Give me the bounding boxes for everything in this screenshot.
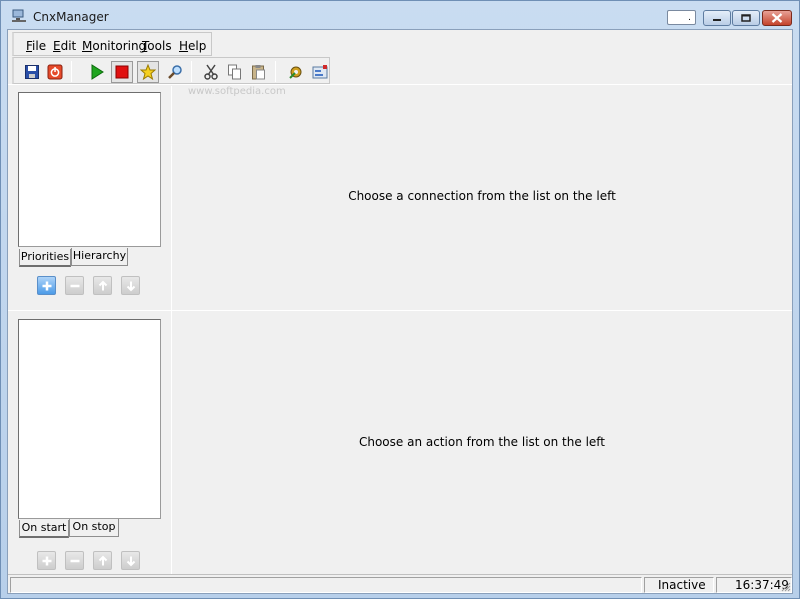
arrow-down-icon [126, 281, 135, 291]
toolbar-separator [191, 61, 192, 82]
move-connection-up-button[interactable] [93, 276, 112, 295]
save-button[interactable] [21, 61, 43, 83]
remove-connection-button[interactable] [65, 276, 84, 295]
arrow-up-icon [98, 280, 107, 290]
cut-button[interactable] [200, 61, 222, 83]
pane-splitter-vertical[interactable] [171, 86, 172, 574]
watermark: www.softpedia.com [188, 86, 286, 97]
pane-splitter-horizontal[interactable] [8, 310, 792, 311]
close-button[interactable] [762, 10, 792, 26]
resize-grip-icon[interactable] [779, 580, 791, 592]
close-icon [771, 13, 783, 23]
title-bar[interactable]: CnxManager . [1, 1, 799, 31]
client-area: File Edit Monitoring Tools Help www.soft… [7, 29, 793, 594]
toolbar [12, 57, 330, 84]
start-monitoring-button[interactable] [86, 61, 108, 83]
window-title: CnxManager [33, 10, 109, 24]
search-button[interactable] [164, 61, 186, 83]
add-connection-button[interactable] [37, 276, 56, 295]
plus-icon [42, 281, 51, 290]
menu-monitoring[interactable]: Monitoring [82, 39, 146, 53]
status-panel-main [10, 577, 642, 593]
connections-list[interactable] [18, 92, 161, 247]
start-icon [91, 64, 104, 80]
title-caption-box[interactable]: . [667, 10, 696, 25]
properties-icon [312, 65, 328, 79]
actions-pane-message: Choose an action from the list on the le… [358, 435, 606, 449]
status-bar: Inactive 16:37:49 [8, 574, 792, 593]
move-connection-down-button[interactable] [121, 276, 140, 295]
toolbar-separator [71, 61, 72, 82]
maximize-button[interactable] [732, 10, 760, 26]
disconnect-button[interactable] [44, 61, 66, 83]
actions-list[interactable] [18, 319, 161, 519]
move-action-up-button[interactable] [93, 551, 112, 570]
stop-monitoring-button[interactable] [111, 61, 133, 83]
connections-pane-message: Choose a connection from the list on the… [348, 189, 616, 203]
move-action-down-button[interactable] [121, 551, 140, 570]
menu-edit[interactable]: Edit [53, 39, 76, 53]
cut-icon [204, 64, 218, 80]
properties-button[interactable] [309, 61, 331, 83]
tab-on-start[interactable]: On start [19, 520, 69, 538]
tab-priorities[interactable]: Priorities [19, 249, 71, 267]
maximize-icon [741, 14, 751, 22]
menu-bar: File Edit Monitoring Tools Help [12, 32, 212, 56]
menu-tools[interactable]: Tools [142, 39, 172, 53]
tab-hierarchy[interactable]: Hierarchy [71, 248, 128, 266]
minus-icon [70, 284, 79, 287]
minimize-button[interactable] [703, 10, 731, 26]
save-icon [25, 65, 39, 79]
minimize-icon [713, 19, 721, 21]
copy-button[interactable] [224, 61, 246, 83]
plus-icon [42, 556, 51, 565]
paste-button[interactable] [248, 61, 270, 83]
favorite-button[interactable] [137, 61, 159, 83]
tab-on-stop[interactable]: On stop [69, 519, 119, 537]
paste-icon [252, 65, 265, 80]
menu-help[interactable]: Help [179, 39, 206, 53]
favorite-icon [140, 64, 156, 80]
minus-icon [70, 559, 79, 562]
copy-icon [228, 64, 241, 80]
arrow-up-icon [98, 555, 107, 565]
disconnect-icon [47, 64, 63, 80]
search-icon [168, 65, 182, 79]
options-icon [289, 66, 302, 79]
app-window: CnxManager . File Edit Monitoring Tools … [0, 0, 800, 599]
menu-file[interactable]: File [26, 39, 46, 53]
toolbar-separator [275, 61, 276, 82]
options-button[interactable] [285, 61, 307, 83]
toolbar-divider [8, 84, 792, 85]
status-state: Inactive [644, 577, 714, 593]
arrow-down-icon [126, 556, 135, 566]
remove-action-button[interactable] [65, 551, 84, 570]
stop-icon [115, 65, 129, 79]
add-action-button[interactable] [37, 551, 56, 570]
network-computer-icon [11, 9, 27, 23]
